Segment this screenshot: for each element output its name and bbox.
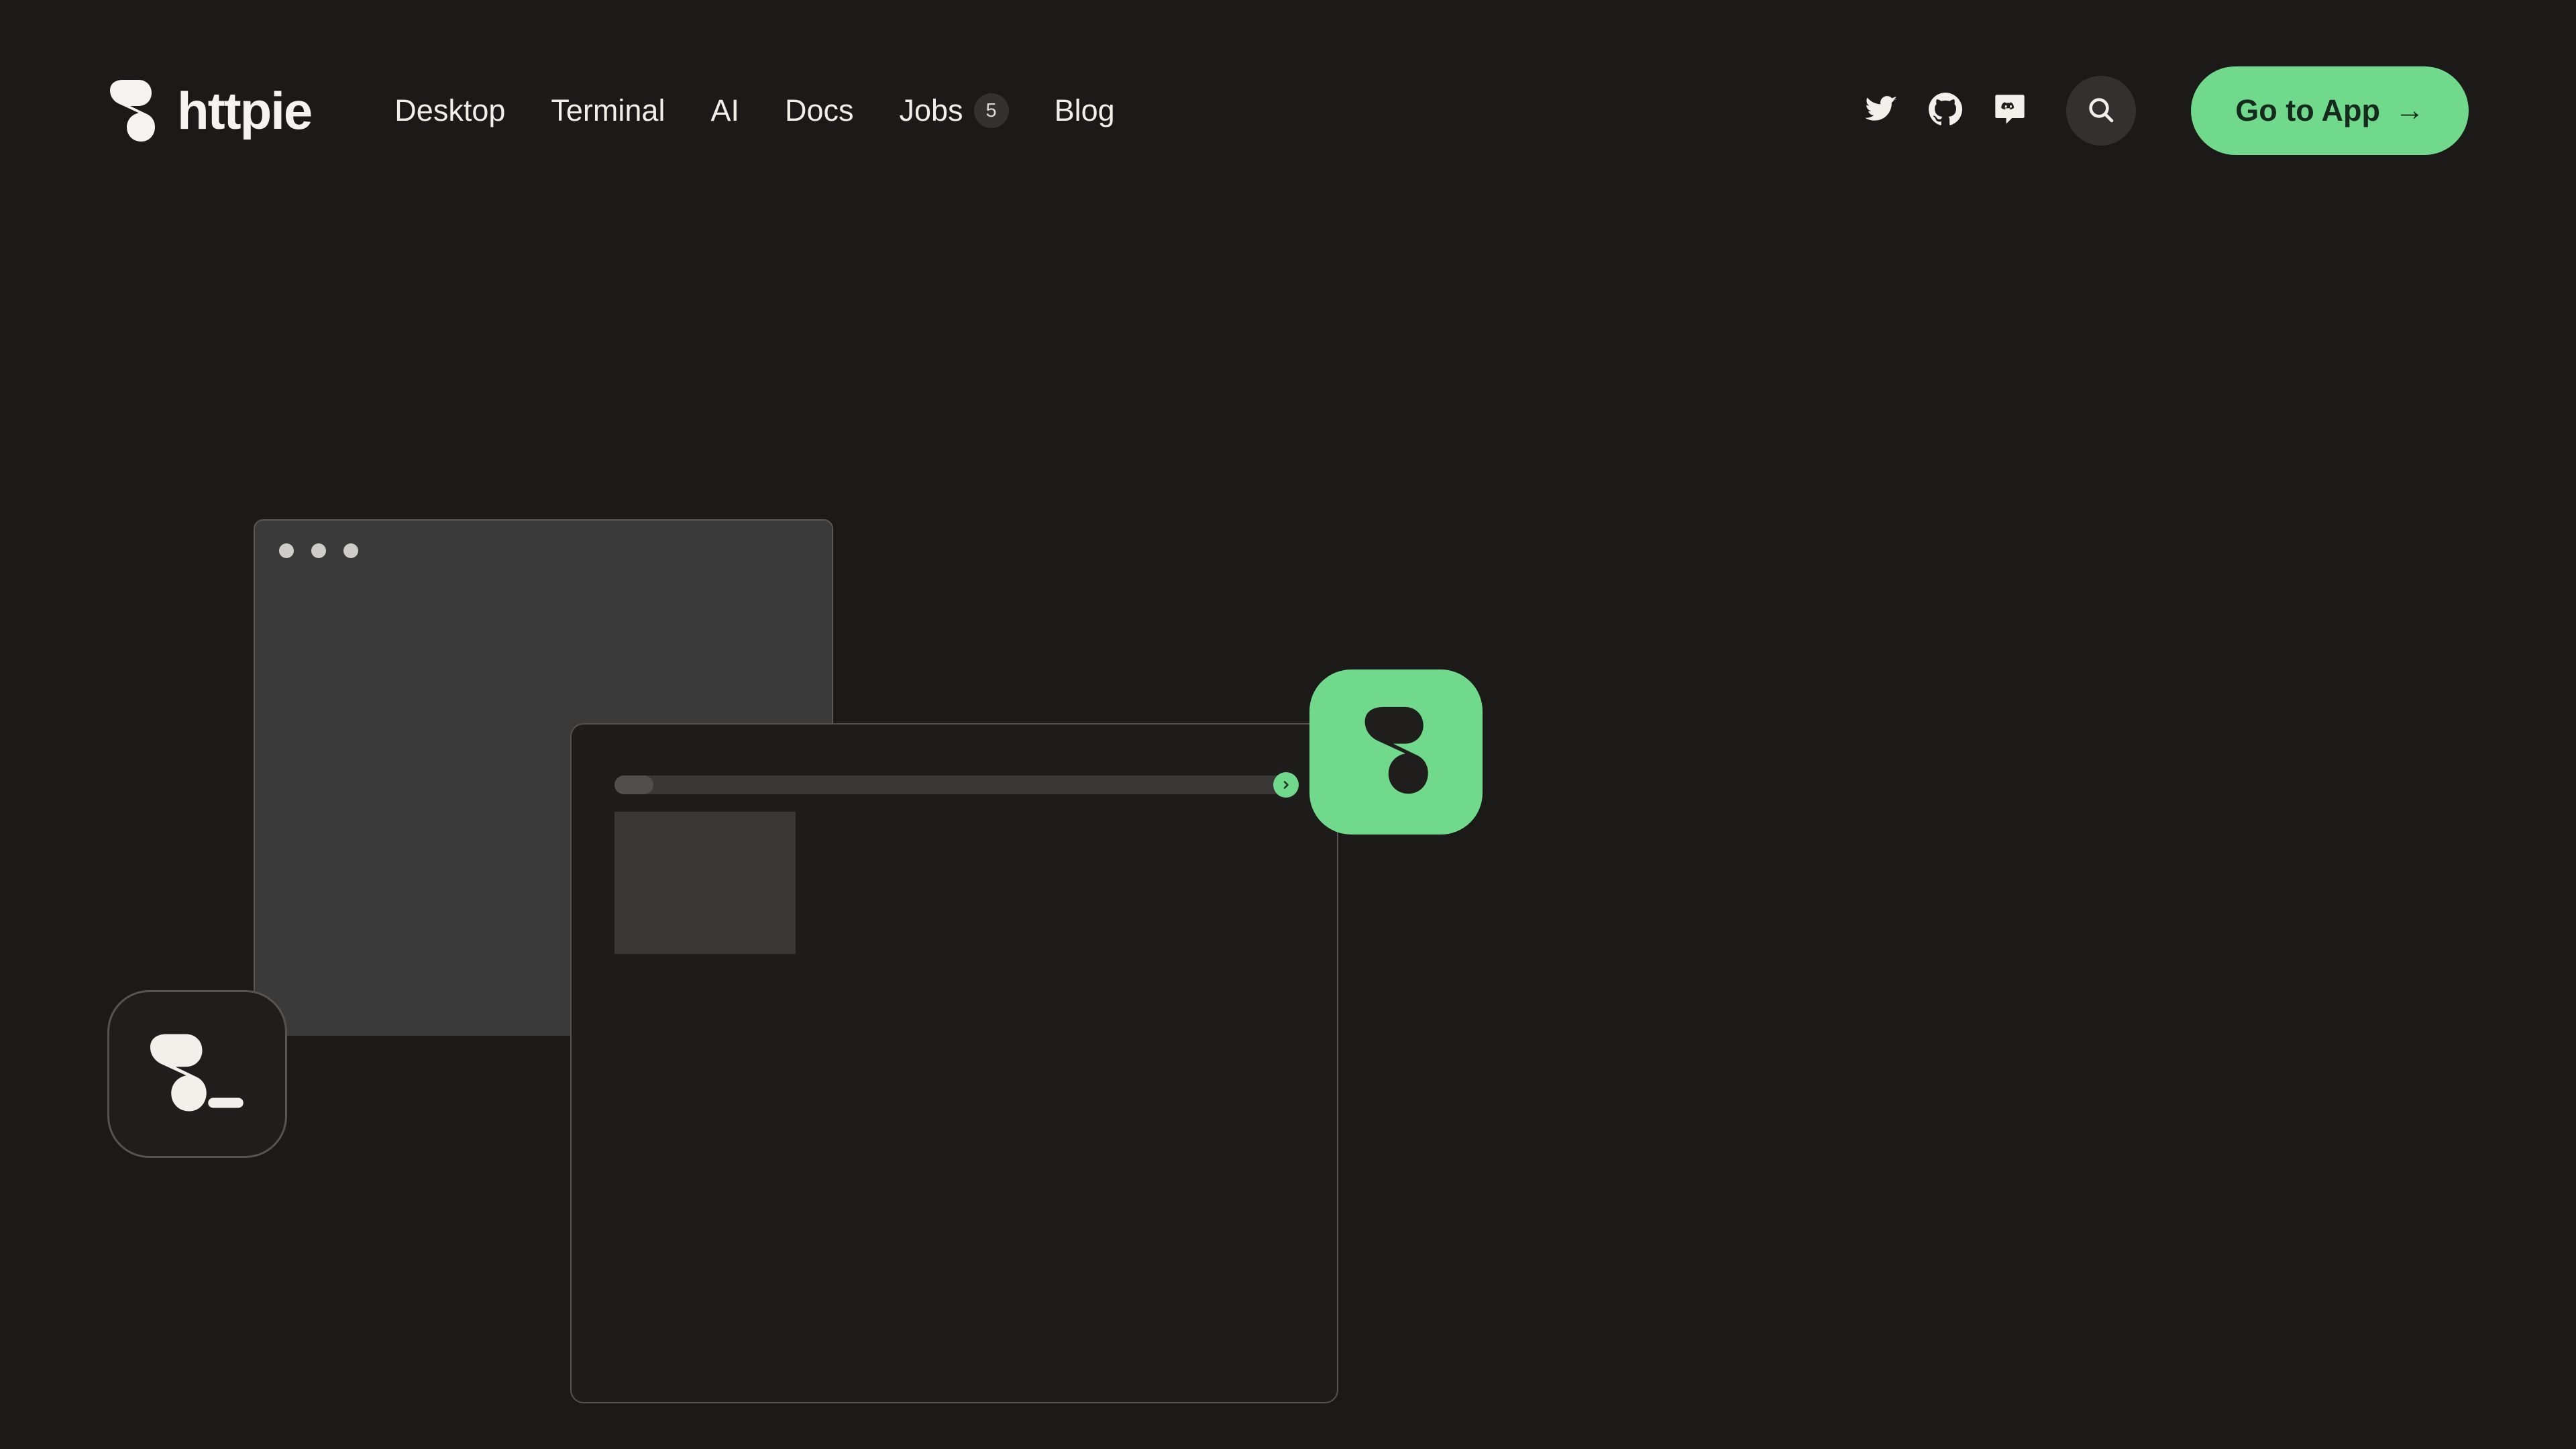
traffic-light-dot (279, 543, 294, 558)
traffic-light-dot (311, 543, 326, 558)
httpie-terminal-icon[interactable] (107, 990, 287, 1158)
httpie-logo-mark-icon (1361, 705, 1431, 799)
browser-window-front (570, 723, 1338, 1403)
httpie-terminal-glyph-icon (147, 1032, 248, 1116)
httpie-app-icon[interactable] (1309, 669, 1483, 835)
url-bar-method-segment (614, 775, 653, 794)
traffic-light-dots (279, 543, 358, 558)
run-button[interactable] (1273, 772, 1299, 798)
content-placeholder (614, 812, 796, 954)
traffic-light-dot (343, 543, 358, 558)
url-bar[interactable] (614, 775, 1297, 794)
hero-illustration (0, 0, 2576, 1449)
page-root: httpie Desktop Terminal AI Docs Jobs 5 B… (0, 0, 2576, 1449)
